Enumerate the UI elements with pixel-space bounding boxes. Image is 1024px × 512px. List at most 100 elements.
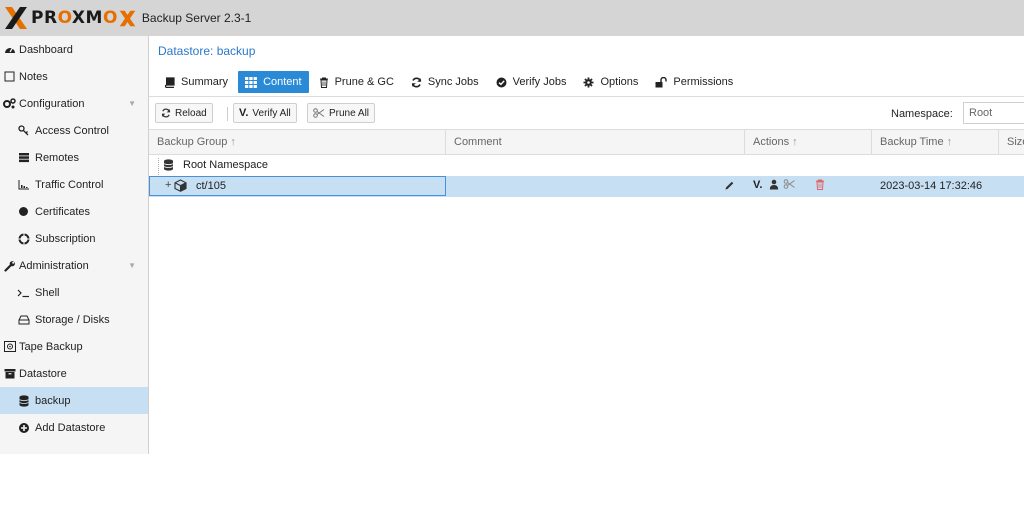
sidebar-item-label: Shell — [35, 286, 60, 299]
sidebar-item-label: Tape Backup — [19, 340, 83, 353]
archive-icon — [3, 367, 16, 380]
tab-bar: Summary Content Prune & GC Sync Jobs Ver… — [157, 71, 743, 93]
sidebar-item-backup[interactable]: backup — [0, 387, 148, 414]
sidebar-item-subscription[interactable]: Subscription — [0, 225, 148, 252]
book-icon — [164, 76, 175, 88]
grid-header: Backup Group ↑ Comment Actions ↑ Backup Ti… — [149, 129, 1024, 155]
content-toolbar: Reload V. Verify All Prune All Namespace… — [149, 99, 1024, 129]
sort-arrow-icon: ↑ — [792, 136, 798, 148]
tab-content[interactable]: Content — [238, 71, 309, 93]
sidebar-item-configuration[interactable]: Configuration ▼ — [0, 90, 148, 117]
wrench-icon — [3, 259, 16, 272]
backup-group-name: ct/105 — [196, 180, 226, 192]
collapse-toggle-icon[interactable]: ▼ — [128, 99, 136, 108]
sidebar: Dashboard Notes Configuration ▼ Access C… — [0, 36, 149, 454]
hdd-icon — [17, 313, 30, 326]
reload-label: Reload — [175, 107, 207, 119]
proxmox-logo[interactable]: PROXMO — [0, 0, 136, 36]
column-header-comment[interactable]: Comment — [446, 130, 745, 154]
tab-sync-jobs[interactable]: Sync Jobs — [404, 71, 486, 93]
container-cube-icon — [174, 179, 187, 195]
toolbar-separator — [227, 107, 228, 121]
check-circle-icon — [496, 77, 507, 88]
scissors-prune-icon[interactable] — [783, 179, 796, 189]
namespace-name: Root Namespace — [183, 159, 268, 171]
sidebar-item-label: Remotes — [35, 151, 80, 164]
trash-icon — [319, 77, 329, 88]
sidebar-item-label: backup — [35, 394, 71, 407]
sidebar-item-add-datastore[interactable]: Add Datastore — [0, 414, 148, 441]
column-label: Actions — [753, 136, 790, 148]
grid-icon — [245, 76, 257, 88]
backup-group-cell[interactable] — [149, 176, 446, 196]
sidebar-item-administration[interactable]: Administration ▼ — [0, 252, 148, 279]
verify-action-icon[interactable]: V. — [753, 179, 762, 191]
reload-button[interactable]: Reload — [155, 103, 213, 123]
tab-label: Options — [600, 76, 639, 88]
tape-icon — [3, 340, 16, 353]
sidebar-item-label: Subscription — [35, 232, 96, 245]
collapse-toggle-icon[interactable]: ▼ — [128, 261, 136, 270]
refresh-icon — [411, 77, 422, 88]
verify-all-label: Verify All — [252, 107, 291, 119]
sidebar-item-label: Storage / Disks — [35, 313, 110, 326]
sidebar-item-label: Certificates — [35, 205, 91, 218]
prune-all-label: Prune All — [329, 107, 370, 119]
sidebar-item-datastore[interactable]: Datastore — [0, 360, 148, 387]
column-header-size[interactable]: Size — [999, 130, 1024, 154]
page-title: Datastore: backup — [158, 44, 256, 58]
expand-icon[interactable]: + — [165, 179, 171, 191]
column-label: Backup Time — [880, 136, 944, 148]
sidebar-item-remotes[interactable]: Remotes — [0, 144, 148, 171]
verify-check-icon: V. — [239, 107, 249, 119]
sidebar-item-access-control[interactable]: Access Control — [0, 117, 148, 144]
certificate-icon — [17, 205, 30, 218]
column-label: Comment — [454, 136, 502, 148]
sort-arrow-icon: ↑ — [230, 136, 236, 148]
database-icon — [163, 159, 174, 174]
tab-prune-gc[interactable]: Prune & GC — [312, 71, 401, 93]
proxmox-x-end-icon — [119, 10, 136, 26]
bar-chart-icon — [17, 178, 30, 191]
sidebar-item-certificates[interactable]: Certificates — [0, 198, 148, 225]
tab-summary[interactable]: Summary — [157, 71, 235, 93]
edit-pencil-icon[interactable] — [724, 180, 735, 194]
tab-label: Prune & GC — [334, 76, 394, 88]
sidebar-item-traffic-control[interactable]: Traffic Control — [0, 171, 148, 198]
namespace-selector[interactable] — [963, 102, 1024, 124]
sort-arrow-icon: ↑ — [946, 136, 953, 148]
verify-all-button[interactable]: V. Verify All — [233, 103, 297, 123]
tab-options[interactable]: Options — [576, 71, 645, 93]
sidebar-item-storage-disks[interactable]: Storage / Disks — [0, 306, 148, 333]
tab-label: Verify Jobs — [512, 76, 567, 88]
column-header-backup-time[interactable]: Backup Time ↑ — [872, 130, 999, 154]
notes-icon — [3, 70, 16, 83]
scissors-icon — [313, 108, 325, 118]
tab-label: Summary — [181, 76, 229, 88]
tab-permissions[interactable]: Permissions — [648, 71, 740, 93]
table-row-root-namespace[interactable]: Root Namespace — [149, 155, 1024, 176]
sidebar-item-shell[interactable]: Shell — [0, 279, 148, 306]
main-panel: Datastore: backup Summary Content Prune … — [149, 36, 1024, 454]
sidebar-item-label: Traffic Control — [35, 178, 104, 191]
delete-trash-icon[interactable] — [815, 179, 825, 190]
column-header-backup-group[interactable]: Backup Group ↑ — [149, 130, 446, 154]
sidebar-item-notes[interactable]: Notes — [0, 63, 148, 90]
sidebar-item-label: Add Datastore — [35, 421, 106, 434]
tab-label: Content — [263, 76, 302, 88]
server-icon — [17, 151, 30, 164]
table-row-ct-105[interactable]: + ct/105 V. 2023-03-14 17:32:46 — [149, 176, 1024, 197]
user-owner-icon[interactable] — [769, 179, 779, 190]
tab-divider — [149, 96, 1024, 97]
tab-label: Sync Jobs — [427, 76, 479, 88]
terminal-icon — [17, 286, 30, 299]
prune-all-button[interactable]: Prune All — [307, 103, 376, 123]
sidebar-item-dashboard[interactable]: Dashboard — [0, 36, 148, 63]
app-version: Backup Server 2.3-1 — [141, 11, 252, 25]
tab-verify-jobs[interactable]: Verify Jobs — [489, 71, 574, 93]
brand-wordmark: PROXMO — [31, 8, 118, 28]
column-header-actions[interactable]: Actions ↑ — [745, 130, 872, 154]
proxmox-x-icon — [5, 7, 27, 29]
sidebar-item-tape-backup[interactable]: Tape Backup — [0, 333, 148, 360]
top-header: PROXMO Backup Server 2.3-1 — [0, 0, 1024, 36]
